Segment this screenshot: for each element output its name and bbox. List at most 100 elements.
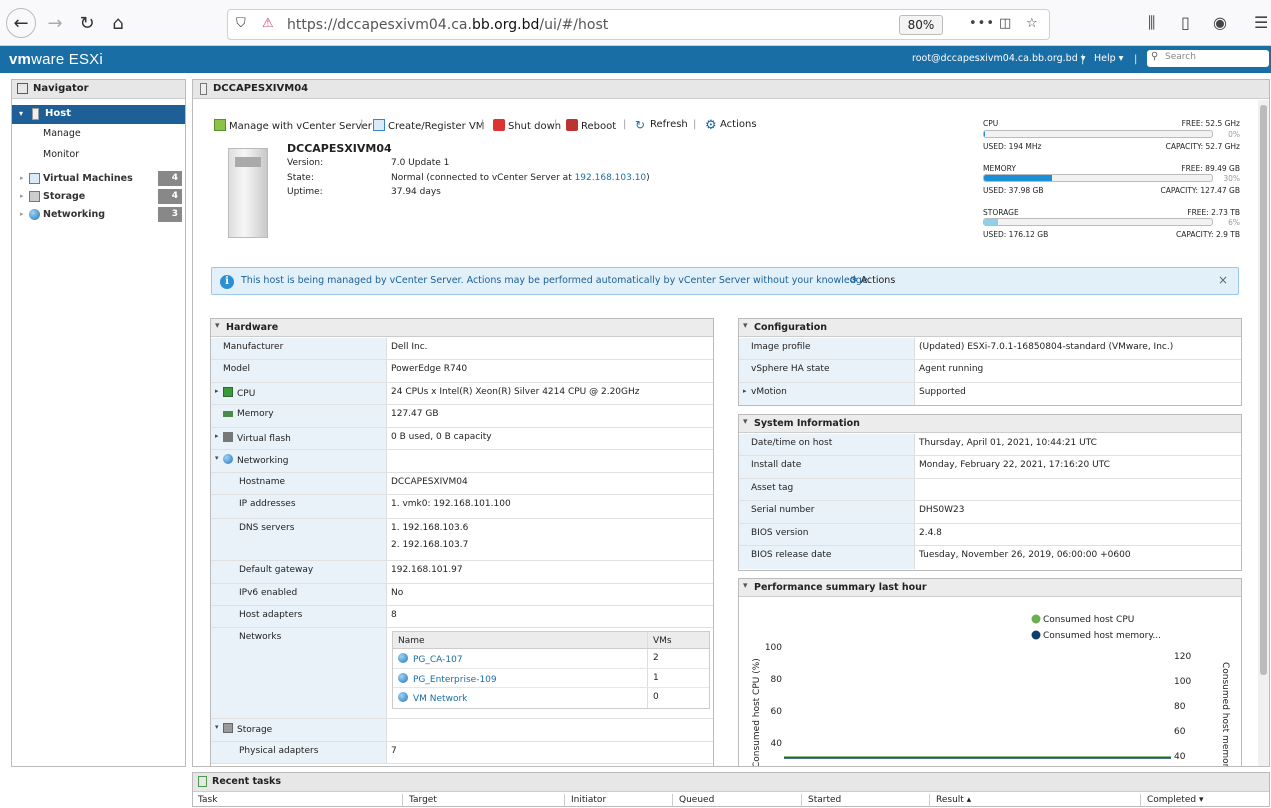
user-menu[interactable]: root@dccapesxivm04.ca.bb.org.bd ▾ <box>912 53 1086 64</box>
row-value: 8 <box>391 610 397 620</box>
collapse-icon[interactable]: ▾ <box>215 723 219 731</box>
column-queued[interactable]: Queued <box>679 795 714 805</box>
column-target[interactable]: Target <box>409 795 437 805</box>
manage-vcenter-button[interactable]: Manage with vCenter Server <box>214 119 372 132</box>
row-label: Asset tag <box>739 479 915 500</box>
nav-item-manage[interactable]: Manage <box>12 124 185 145</box>
column-completed[interactable]: Completed ▾ <box>1147 795 1203 805</box>
row-label: Physical adapters <box>211 742 387 763</box>
scroll-thumb[interactable] <box>1260 105 1267 675</box>
count-badge: 3 <box>158 207 182 222</box>
table-row[interactable]: PG_Enterprise-109 1 <box>393 668 709 688</box>
more-actions-icon[interactable]: ••• <box>969 16 995 31</box>
zoom-level[interactable]: 80% <box>899 15 943 35</box>
column-vms[interactable]: VMs <box>653 636 672 646</box>
home-button[interactable]: ⌂ <box>103 8 133 38</box>
column-task[interactable]: Task <box>198 795 217 805</box>
shutdown-button[interactable]: Shut down <box>493 119 561 132</box>
column-initiator[interactable]: Initiator <box>571 795 606 805</box>
performance-header[interactable]: Performance summary last hour <box>739 579 1241 597</box>
shield-icon[interactable]: ⛉ <box>236 16 246 31</box>
expand-icon[interactable]: ▸ <box>20 174 24 182</box>
gear-icon: ⚙ <box>705 118 717 133</box>
actions-button[interactable]: ⚙ Actions <box>705 119 757 132</box>
hw-row-storage[interactable]: ▾ Storage <box>211 719 713 742</box>
vcenter-ip-link[interactable]: 192.168.103.10 <box>575 173 647 183</box>
nav-item-storage[interactable]: ▸ Storage 4 <box>12 188 185 206</box>
collapse-icon[interactable]: ▾ <box>19 109 23 118</box>
cfg-row-ha: vSphere HA state Agent running <box>739 360 1241 383</box>
y2-tick-label: 100 <box>1174 677 1191 687</box>
menu-icon[interactable]: ☰ <box>1254 13 1268 32</box>
hardware-header[interactable]: Hardware <box>211 319 713 337</box>
hw-row-cpu[interactable]: ▸ CPU 24 CPUs x Intel(R) Xeon(R) Silver 42… <box>211 383 713 405</box>
nav-item-virtual-machines[interactable]: ▸ Virtual Machines 4 <box>12 170 185 188</box>
reboot-button[interactable]: Reboot <box>566 119 616 132</box>
hw-row-networking[interactable]: ▾ Networking <box>211 450 713 473</box>
row-value: 2. 192.168.103.7 <box>391 540 469 550</box>
row-value: No <box>391 588 404 598</box>
row-value: DHS0W23 <box>919 505 965 515</box>
scrollbar[interactable] <box>1258 100 1269 766</box>
nav-item-host[interactable]: ▾ Host <box>12 105 185 124</box>
expand-icon[interactable]: ▸ <box>743 387 747 395</box>
hw-row-virtual-flash[interactable]: ▸ Virtual flash 0 B used, 0 B capacity <box>211 428 713 450</box>
bookmark-star-icon[interactable]: ☆ <box>1026 16 1038 31</box>
row-label: Networks <box>211 628 387 718</box>
expand-icon[interactable]: ▸ <box>215 432 219 440</box>
legend-label-memory[interactable]: Consumed host memory... <box>1043 631 1161 641</box>
cfg-row-image: Image profile (Updated) ESXi-7.0.1-168508… <box>739 338 1241 360</box>
create-register-vm-button[interactable]: Create/Register VM <box>373 119 484 132</box>
storage-usage-fill <box>984 219 998 225</box>
info-actions-button[interactable]: ⚙ Actions <box>849 275 895 286</box>
cfg-row-vmotion[interactable]: ▸ vMotion Supported <box>739 383 1241 405</box>
column-name[interactable]: Name <box>398 636 425 646</box>
expand-icon[interactable]: ▸ <box>20 210 24 218</box>
insecure-lock-icon[interactable]: ⚠ <box>262 16 274 31</box>
expand-icon[interactable]: ▸ <box>215 387 219 395</box>
row-value: Monday, February 22, 2021, 17:16:20 UTC <box>919 460 1110 470</box>
pocket-icon[interactable]: ◫ <box>999 16 1011 31</box>
help-menu[interactable]: Help ▾ <box>1094 53 1123 64</box>
column-result[interactable]: Result ▴ <box>936 795 971 805</box>
url-text[interactable]: https://dccapesxivm04.ca.bb.org.bd/ui/#/… <box>287 17 608 33</box>
sidebar-icon[interactable]: ▯ <box>1181 13 1190 32</box>
account-icon[interactable]: ◉ <box>1213 13 1227 32</box>
column-started[interactable]: Started <box>808 795 841 805</box>
refresh-button[interactable]: ↻ Refresh <box>635 119 688 131</box>
expand-icon[interactable]: ▸ <box>20 192 24 200</box>
legend-swatch-cpu <box>1031 614 1041 624</box>
browser-toolbar: ← → ↻ ⌂ ⛉ ⚠ https://dccapesxivm04.ca.bb.… <box>0 0 1271 46</box>
cpu-usage-fill <box>984 131 985 137</box>
row-label: DNS servers <box>211 519 387 560</box>
memory-label: MEMORY <box>983 164 1016 173</box>
main-panel: DCCAPESXIVM04 Manage with vCenter Server… <box>192 79 1270 767</box>
table-row[interactable]: VM Network 0 <box>393 688 709 708</box>
configuration-header[interactable]: Configuration <box>739 319 1241 337</box>
library-icon[interactable]: ⫼ <box>1148 13 1155 33</box>
hw-row-physical-adapters: Physical adapters 7 <box>211 742 713 764</box>
memory-free: FREE: 89.49 GB <box>1181 164 1240 173</box>
nav-item-monitor[interactable]: Monitor <box>12 145 185 166</box>
system-information-header[interactable]: System Information <box>739 415 1241 433</box>
system-information-panel: System Information Date/time on host Thur… <box>738 414 1242 571</box>
navigator-panel: Navigator ▾ Host Manage Monitor ▸ Virtual… <box>11 79 186 767</box>
close-icon[interactable]: × <box>1218 273 1228 287</box>
gear-icon: ⚙ <box>849 275 858 286</box>
uptime-value: 37.94 days <box>391 187 441 197</box>
network-link[interactable]: VM Network <box>398 692 467 704</box>
network-link[interactable]: PG_Enterprise-109 <box>398 672 497 685</box>
url-bar[interactable]: ⛉ ⚠ https://dccapesxivm04.ca.bb.org.bd/u… <box>227 9 1050 40</box>
search-input[interactable]: ⚲ Search <box>1147 50 1269 67</box>
row-label: Serial number <box>739 501 915 523</box>
network-link[interactable]: PG_CA-107 <box>398 653 463 665</box>
recent-tasks-header[interactable]: Recent tasks <box>193 773 1269 792</box>
collapse-icon[interactable]: ▾ <box>215 454 219 462</box>
forward-button[interactable]: → <box>40 8 70 38</box>
cpu-free: FREE: 52.5 GHz <box>1181 119 1240 128</box>
nav-item-networking[interactable]: ▸ Networking 3 <box>12 206 185 224</box>
reload-button[interactable]: ↻ <box>72 8 102 38</box>
back-button[interactable]: ← <box>6 8 36 38</box>
table-row[interactable]: PG_CA-107 2 <box>393 649 709 669</box>
legend-label-cpu[interactable]: Consumed host CPU <box>1043 615 1134 625</box>
